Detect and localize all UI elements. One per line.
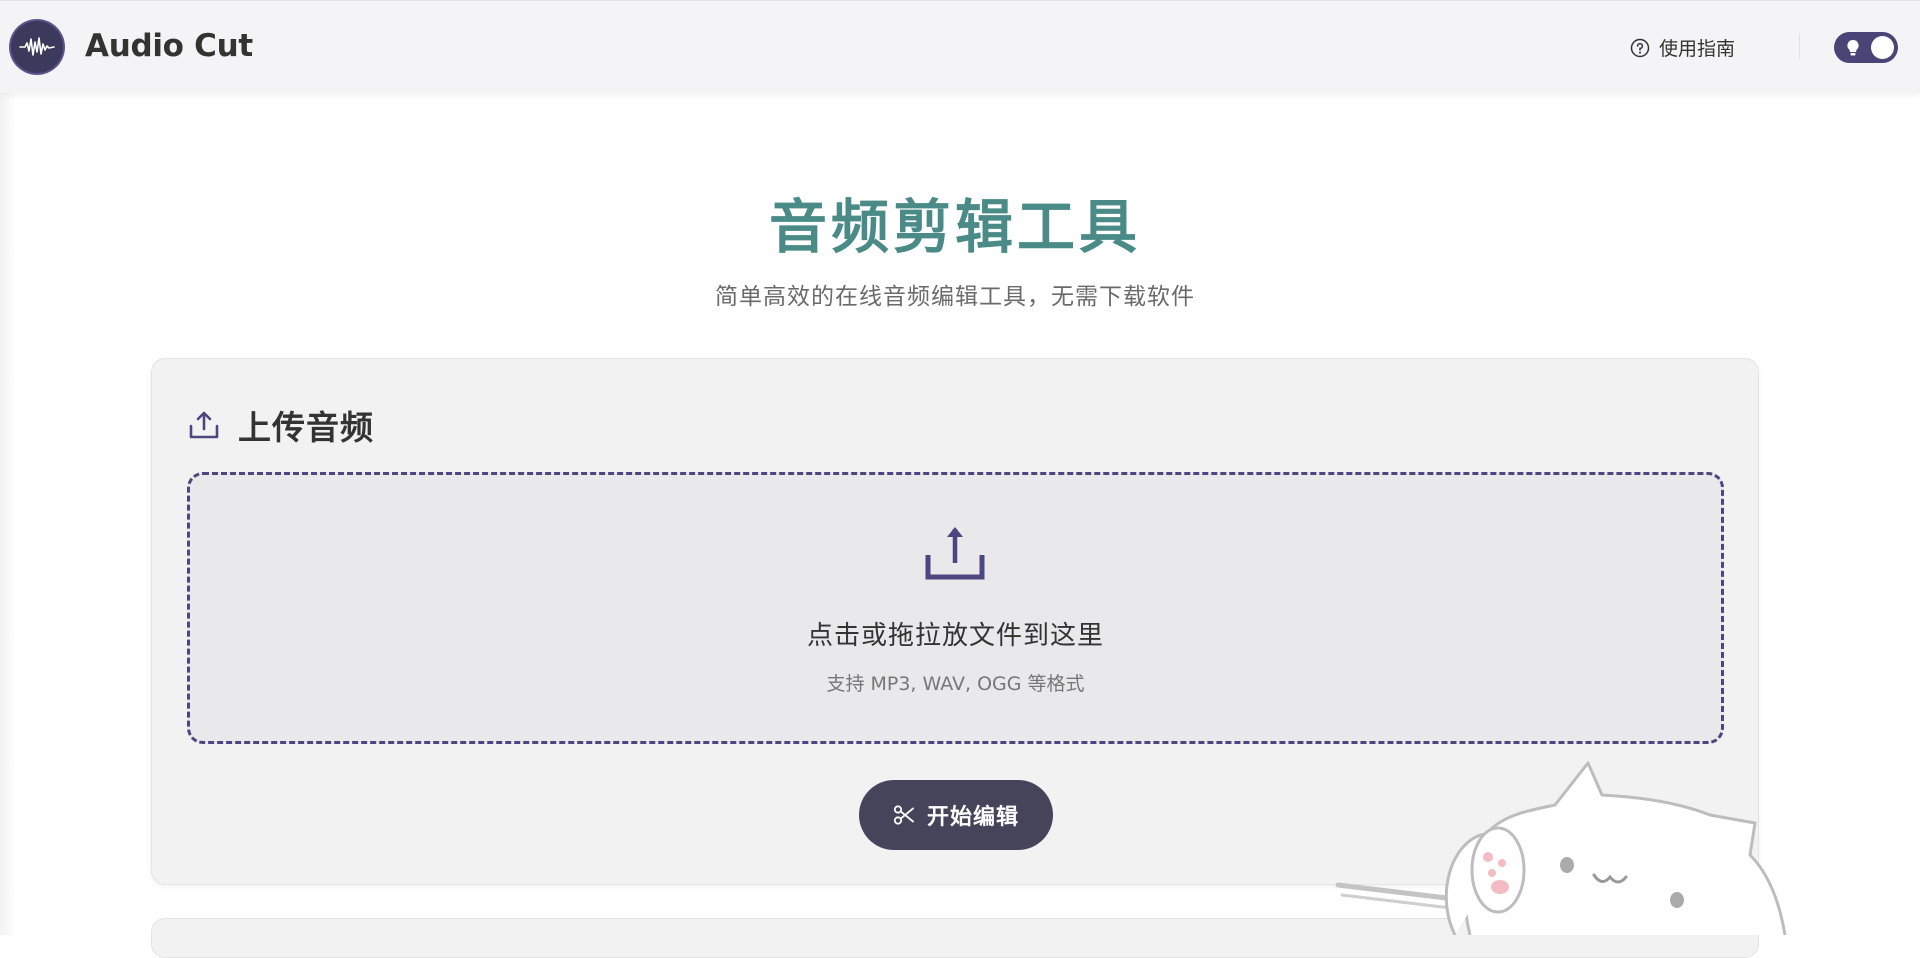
top-header: Audio Cut 使用指南 [0, 0, 1920, 93]
header-divider [1799, 33, 1800, 59]
upload-card: 上传音频 点击或拖拉放文件到这里 支持 MP3, WAV, OGG 等格式 开始… [151, 358, 1759, 885]
upload-card-title: 上传音频 [238, 408, 374, 447]
toggle-knob [1871, 36, 1894, 59]
upload-card-header: 上传音频 [188, 401, 374, 449]
scissors-icon [893, 805, 914, 825]
help-circle-icon [1630, 38, 1650, 57]
start-edit-label: 开始编辑 [926, 805, 1019, 830]
upload-icon [189, 411, 219, 439]
page-subtitle: 简单高效的在线音频编辑工具，无需下载软件 [715, 284, 1195, 310]
page-title: 音频剪辑工具 [768, 193, 1141, 261]
guide-link[interactable]: 使用指南 [1630, 34, 1735, 61]
start-edit-button[interactable]: 开始编辑 [859, 780, 1053, 850]
dropzone-hint: 支持 MP3, WAV, OGG 等格式 [826, 673, 1085, 695]
app-logo[interactable] [11, 21, 63, 73]
app-title[interactable]: Audio Cut [85, 28, 253, 64]
dropzone-text: 点击或拖拉放文件到这里 [806, 621, 1104, 651]
next-card [151, 918, 1759, 958]
upload-arrow-icon [925, 527, 985, 580]
lightbulb-icon [1847, 39, 1859, 56]
waveform-icon [19, 37, 55, 56]
theme-toggle[interactable] [1834, 32, 1898, 63]
file-dropzone[interactable]: 点击或拖拉放文件到这里 支持 MP3, WAV, OGG 等格式 [187, 472, 1724, 744]
guide-label: 使用指南 [1659, 38, 1736, 60]
